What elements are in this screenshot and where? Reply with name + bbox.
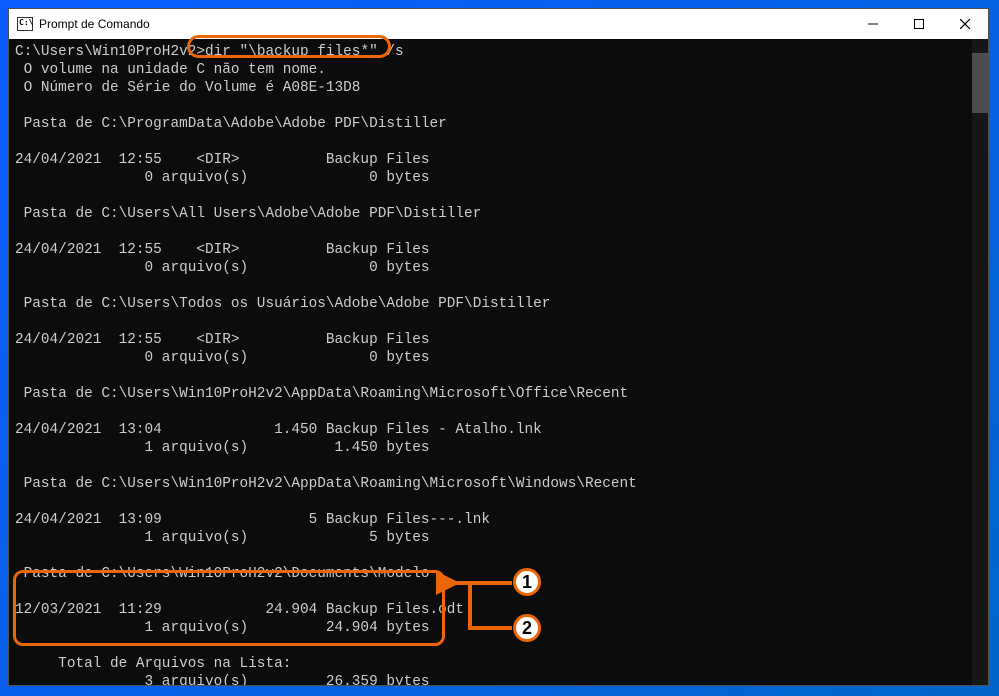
callout-2: 2	[513, 614, 541, 642]
totals-row: 3 arquivo(s) 26.359 bytes	[15, 674, 430, 685]
scrollbar-thumb[interactable]	[972, 53, 988, 113]
output-row: 24/04/2021 12:55 <DIR> Backup Files	[15, 152, 430, 168]
folder-header: Pasta de C:\Users\Win10ProH2v2\AppData\R…	[15, 386, 628, 402]
volume-info: O volume na unidade C não tem nome.	[15, 62, 326, 78]
output-row: 1 arquivo(s) 1.450 bytes	[15, 440, 430, 456]
output-row: 12/03/2021 11:29 24.904 Backup Files.odt	[15, 602, 464, 618]
folder-header: Pasta de C:\Users\All Users\Adobe\Adobe …	[15, 206, 481, 222]
close-button[interactable]	[942, 9, 988, 39]
folder-header: Pasta de C:\Users\Win10ProH2v2\AppData\R…	[15, 476, 637, 492]
prompt-path: C:\Users\Win10ProH2v2>	[15, 44, 205, 60]
output-row: 1 arquivo(s) 24.904 bytes	[15, 620, 430, 636]
output-row: 0 arquivo(s) 0 bytes	[15, 260, 430, 276]
terminal-output[interactable]: C:\Users\Win10ProH2v2>dir "\backup files…	[9, 39, 988, 685]
output-row: 24/04/2021 12:55 <DIR> Backup Files	[15, 242, 430, 258]
callout-1: 1	[513, 568, 541, 596]
totals-row: Total de Arquivos na Lista:	[15, 656, 291, 672]
output-row: 0 arquivo(s) 0 bytes	[15, 170, 430, 186]
titlebar[interactable]: C:\ Prompt de Comando	[9, 9, 988, 39]
folder-header: Pasta de C:\ProgramData\Adobe\Adobe PDF\…	[15, 116, 447, 132]
window-title: Prompt de Comando	[39, 17, 150, 31]
minimize-button[interactable]	[850, 9, 896, 39]
scrollbar-vertical[interactable]	[972, 39, 988, 685]
output-row: 1 arquivo(s) 5 bytes	[15, 530, 430, 546]
cmd-window: C:\ Prompt de Comando C:\Users\Win10ProH…	[8, 8, 989, 686]
output-row: 0 arquivo(s) 0 bytes	[15, 350, 430, 366]
output-row: 24/04/2021 12:55 <DIR> Backup Files	[15, 332, 430, 348]
maximize-button[interactable]	[896, 9, 942, 39]
cmd-icon: C:\	[17, 17, 33, 31]
folder-header: Pasta de C:\Users\Todos os Usuários\Adob…	[15, 296, 550, 312]
output-row: 24/04/2021 13:09 5 Backup Files---.lnk	[15, 512, 490, 528]
serial-info: O Número de Série do Volume é A08E-13D8	[15, 80, 360, 96]
folder-header: Pasta de C:\Users\Win10ProH2v2\Documents…	[15, 566, 430, 582]
prompt-command: dir "\backup files*" /s	[205, 44, 404, 60]
window-controls	[850, 9, 988, 39]
output-row: 24/04/2021 13:04 1.450 Backup Files - At…	[15, 422, 542, 438]
